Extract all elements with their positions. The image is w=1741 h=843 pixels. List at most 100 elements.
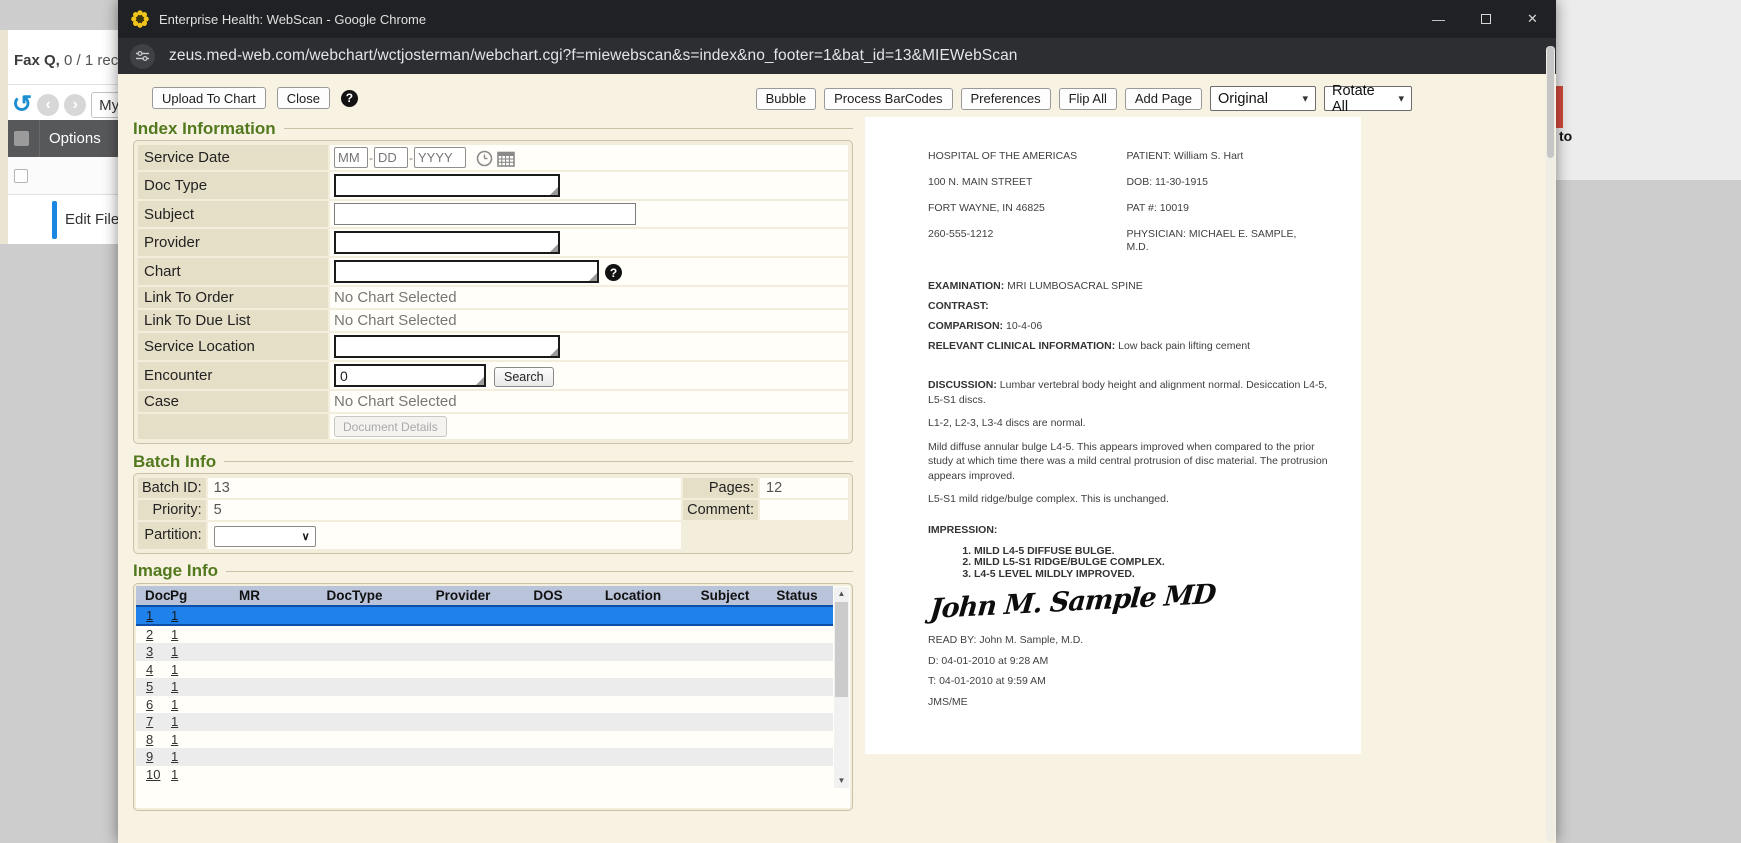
doc-link[interactable]: 3 <box>136 644 167 659</box>
subject-input[interactable] <box>334 203 636 225</box>
table-row: 21 <box>136 626 833 644</box>
fax-queue-header-bar: Options <box>8 120 118 157</box>
index-information-heading: Index Information <box>133 118 853 139</box>
doc-link[interactable]: 5 <box>136 679 167 694</box>
chevron-down-icon: ▾ <box>1398 92 1404 105</box>
chart-help-icon[interactable]: ? <box>605 264 622 281</box>
service-location-input[interactable] <box>334 335 560 358</box>
fax-queue-title: Fax Q, 0 / 1 reco <box>14 52 118 69</box>
doc-link[interactable]: 10 <box>136 767 167 782</box>
flip-all-button[interactable]: Flip All <box>1059 88 1117 110</box>
zoom-select[interactable]: Original▾ <box>1210 86 1316 111</box>
pg-link[interactable]: 1 <box>167 732 197 747</box>
calendar-icon[interactable] <box>497 150 515 167</box>
scrollbar-thumb[interactable] <box>835 602 848 697</box>
table-row: 31 <box>136 643 833 661</box>
autocomplete-handle-icon <box>476 377 484 385</box>
table-row: 41 <box>136 661 833 679</box>
process-barcodes-button[interactable]: Process BarCodes <box>824 88 952 110</box>
clock-icon[interactable] <box>476 150 493 167</box>
minimize-button[interactable]: — <box>1415 0 1462 38</box>
link-to-due-list-label: Link To Due List <box>138 310 328 331</box>
webscan-page: Upload To Chart Close ? Bubble Process B… <box>118 74 1556 843</box>
forward-icon[interactable]: › <box>64 94 86 116</box>
report-body: EXAMINATION: MRI LUMBOSACRAL SPINE CONTR… <box>928 281 1330 708</box>
window-controls: — ✕ <box>1415 0 1556 38</box>
divider <box>8 84 118 85</box>
pg-link[interactable]: 1 <box>167 644 197 659</box>
pg-link[interactable]: 1 <box>167 714 197 729</box>
browser-window: Enterprise Health: WebScan - Google Chro… <box>118 0 1556 843</box>
provider-input[interactable] <box>334 231 560 254</box>
doc-link[interactable]: 8 <box>136 732 167 747</box>
encounter-input[interactable] <box>334 364 486 387</box>
chevron-down-icon: ∨ <box>302 530 310 543</box>
service-location-label: Service Location <box>138 333 328 360</box>
back-icon[interactable]: ‹ <box>37 94 59 116</box>
page-scrollbar[interactable] <box>1546 46 1555 842</box>
table-row: 71 <box>136 713 833 731</box>
encounter-search-button[interactable]: Search <box>494 367 554 387</box>
batch-id-label: Batch ID: <box>138 478 206 498</box>
partition-select[interactable]: ∨ <box>214 526 316 547</box>
signature: John M. Sample MD <box>929 573 1331 625</box>
window-titlebar[interactable]: Enterprise Health: WebScan - Google Chro… <box>118 0 1556 38</box>
service-date-dd-input[interactable] <box>374 147 408 168</box>
edit-file-label[interactable]: Edit File C <box>65 211 118 228</box>
rotate-all-select[interactable]: Rotate All▾ <box>1324 86 1412 111</box>
page-scrollbar-thumb[interactable] <box>1547 46 1554 158</box>
upload-to-chart-button[interactable]: Upload To Chart <box>152 87 266 109</box>
link-to-due-list-value: No Chart Selected <box>330 310 848 331</box>
pg-link[interactable]: 1 <box>167 767 197 782</box>
doc-link[interactable]: 1 <box>136 608 167 623</box>
pg-link[interactable]: 1 <box>167 697 197 712</box>
fax-queue-row <box>8 157 118 195</box>
background-red-strip <box>1556 86 1563 128</box>
desktop-right-area <box>1556 0 1741 180</box>
doc-link[interactable]: 6 <box>136 697 167 712</box>
options-label: Options <box>49 130 101 147</box>
batch-id-value: 13 <box>208 478 681 498</box>
add-page-button[interactable]: Add Page <box>1125 88 1202 110</box>
doc-link[interactable]: 9 <box>136 749 167 764</box>
row-checkbox[interactable] <box>14 169 28 183</box>
help-icon[interactable]: ? <box>341 90 358 107</box>
doc-link[interactable]: 7 <box>136 714 167 729</box>
service-date-label: Service Date <box>138 145 328 170</box>
close-button[interactable]: Close <box>277 87 330 109</box>
image-info-heading: Image Info <box>133 561 853 582</box>
bubble-button[interactable]: Bubble <box>756 88 816 110</box>
my-views-button[interactable]: My <box>91 92 118 118</box>
table-row: 11 <box>136 605 833 626</box>
pg-link[interactable]: 1 <box>167 662 197 677</box>
url-text[interactable]: zeus.med-web.com/webchart/wctjosterman/w… <box>169 47 1018 65</box>
report-header: HOSPITAL OF THE AMERICAS 100 N. MAIN STR… <box>928 150 1321 267</box>
pg-link[interactable]: 1 <box>167 608 197 623</box>
scroll-down-icon[interactable]: ▼ <box>834 774 849 788</box>
doc-type-input[interactable] <box>334 174 560 197</box>
close-window-button[interactable]: ✕ <box>1509 0 1556 38</box>
pg-link[interactable]: 1 <box>167 749 197 764</box>
select-all-checkbox[interactable] <box>14 131 29 146</box>
address-bar[interactable]: zeus.med-web.com/webchart/wctjosterman/w… <box>118 38 1556 74</box>
maximize-button[interactable] <box>1462 0 1509 38</box>
table-row: 81 <box>136 731 833 749</box>
service-date-yyyy-input[interactable] <box>414 147 466 168</box>
undo-icon[interactable]: ↺ <box>12 94 32 116</box>
maximize-icon <box>1481 14 1491 24</box>
batch-info-section: Batch ID: 13 Pages: 12 Priority: 5 Comme… <box>133 473 853 554</box>
site-settings-icon[interactable] <box>130 44 155 69</box>
pg-link[interactable]: 1 <box>167 627 197 642</box>
table-scrollbar[interactable]: ▲ ▼ <box>834 587 849 788</box>
provider-label: Provider <box>138 229 328 256</box>
doc-link[interactable]: 2 <box>136 627 167 642</box>
chart-input[interactable] <box>334 260 599 283</box>
service-date-mm-input[interactable] <box>334 147 368 168</box>
table-row: 61 <box>136 696 833 714</box>
scroll-up-icon[interactable]: ▲ <box>834 587 849 601</box>
toolbar-left: Upload To Chart Close ? <box>152 87 358 109</box>
preferences-button[interactable]: Preferences <box>961 88 1051 110</box>
doc-link[interactable]: 4 <box>136 662 167 677</box>
chevron-down-icon: ▾ <box>1302 92 1308 105</box>
pg-link[interactable]: 1 <box>167 679 197 694</box>
